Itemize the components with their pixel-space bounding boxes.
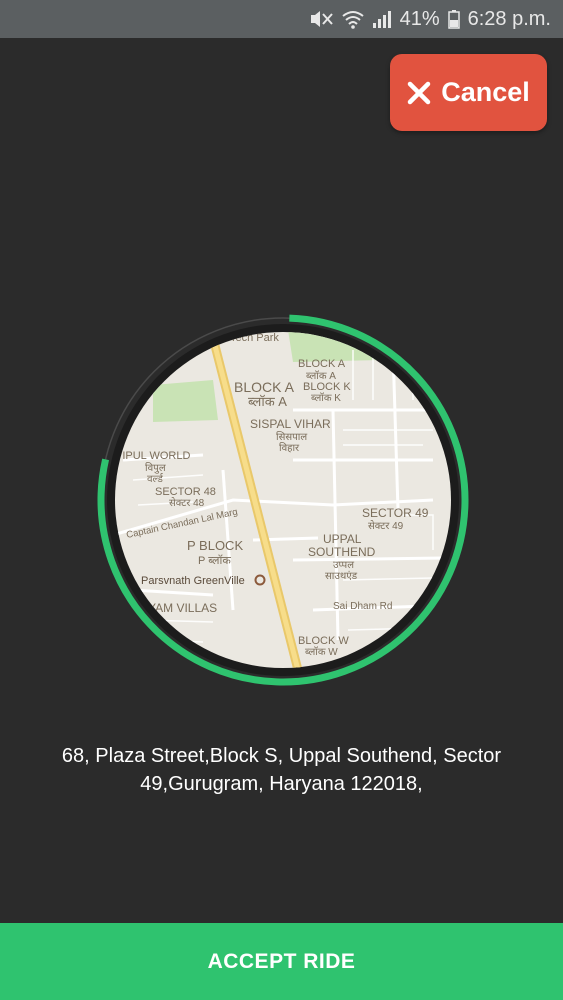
map-label: SECTOR 49	[362, 506, 429, 520]
map-label: P BLOCK	[187, 538, 243, 553]
map-label: उप्पल	[333, 560, 354, 571]
map-label: सेक्टर 48	[169, 497, 205, 509]
wifi-icon	[341, 11, 364, 29]
pickup-address: 68, Plaza Street,Block S, Uppal Southend…	[61, 745, 502, 795]
map-label: SOUTHEND	[308, 545, 376, 559]
map-label: साउथएंड	[325, 570, 358, 582]
map-label: BLOCK W	[298, 635, 349, 647]
map-label: सिसपाल	[276, 431, 307, 443]
map-timer: Tech Park BLOCK A ब्लॉक A BLOCK A ब्लॉक …	[93, 310, 473, 690]
map-label: ब्लॉक W	[305, 646, 338, 658]
signal-icon	[372, 11, 391, 28]
map-label: विहार	[279, 442, 300, 454]
map-label: BLOCK A	[234, 379, 295, 395]
map-label: Sai Dham Rd	[333, 601, 392, 612]
map-label: SISPAL VIHAR	[250, 417, 331, 431]
map-label: P ब्लॉक	[198, 554, 231, 567]
map-label: SECTOR 48	[155, 486, 216, 498]
battery-percent: 41%	[399, 7, 440, 30]
ride-map: Tech Park BLOCK A ब्लॉक A BLOCK A ब्लॉक …	[97, 314, 469, 686]
map-label: विपुल	[145, 462, 166, 474]
accept-ride-label: ACCEPT RIDE	[207, 949, 356, 973]
battery-icon	[447, 10, 460, 29]
close-icon	[407, 81, 431, 104]
map-label: BLOCK A	[298, 358, 346, 370]
map-label: वर्ल्ड	[147, 473, 164, 485]
cancel-label: Cancel	[441, 77, 530, 107]
status-bar: 41% 6:28 p.m.	[0, 0, 563, 38]
map-tiles: Tech Park BLOCK A ब्लॉक A BLOCK A ब्लॉक …	[115, 332, 451, 668]
map-label: Parsvnath GreenVille	[141, 575, 245, 587]
map-label: सेक्टर 49	[368, 520, 404, 532]
map-label: VIPUL WORLD	[115, 450, 190, 462]
map-label: BLOCK K	[303, 381, 351, 393]
map-label: ब्लॉक A	[248, 394, 287, 409]
map-label: UPPAL	[323, 532, 362, 546]
cancel-button[interactable]: Cancel	[390, 54, 547, 131]
status-time: 6:28 p.m.	[467, 7, 551, 30]
mute-icon	[310, 11, 333, 27]
map-label: ब्लॉक K	[311, 392, 341, 404]
accept-ride-button[interactable]: ACCEPT RIDE	[0, 923, 563, 1000]
